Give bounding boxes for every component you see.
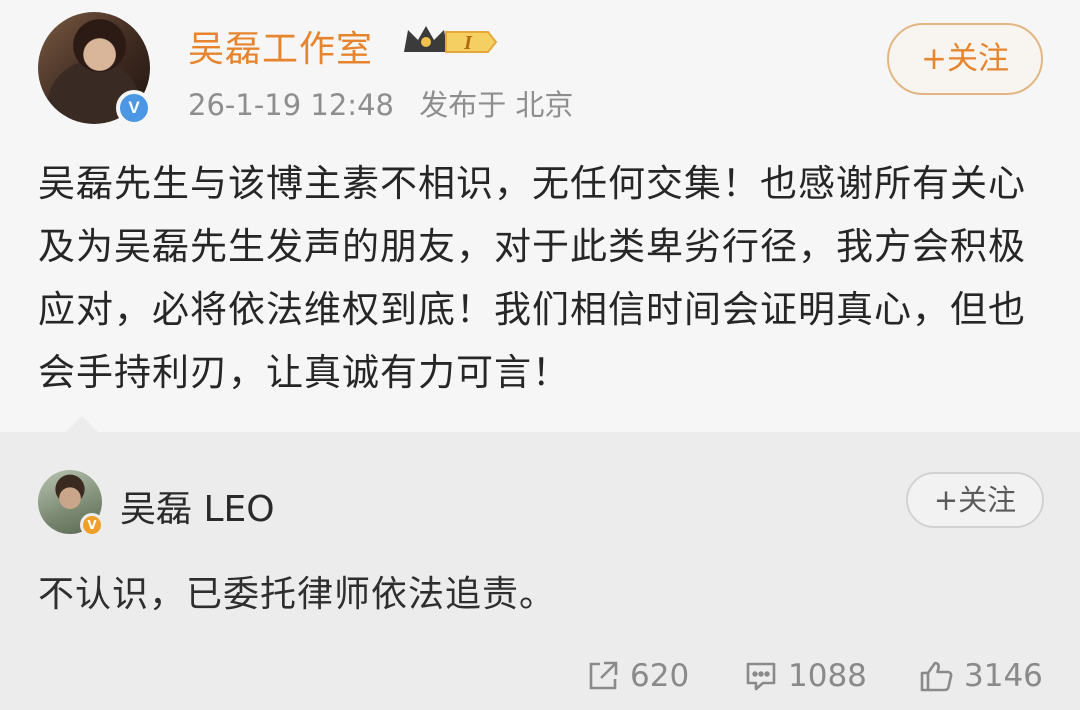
comment-action[interactable]: 1088 [744, 656, 867, 696]
repost-pointer [64, 416, 100, 434]
post-meta: 26-1-19 12:48 发布于 北京 [188, 82, 573, 124]
post-body: 吴磊先生与该博主素不相识，无任何交集！也感谢所有关心及为吴磊先生发声的朋友，对于… [38, 162, 1026, 394]
verified-icon: V [80, 513, 104, 537]
crown-badge-icon[interactable]: I [400, 22, 500, 62]
author-name[interactable]: 吴磊工作室 [188, 20, 373, 72]
share-icon [589, 661, 618, 690]
like-icon [920, 661, 953, 692]
vip-level: I [463, 32, 473, 54]
follow-button[interactable]: +关注 [887, 23, 1043, 95]
verified-icon: V [116, 90, 152, 126]
post-location: 发布于 北京 [419, 88, 574, 122]
repost-count: 620 [630, 658, 690, 694]
share-action[interactable]: 620 [586, 656, 689, 696]
like-count: 3146 [964, 658, 1043, 694]
comment-count: 1088 [788, 658, 867, 694]
original-post: V 吴磊工作室 I 26-1-19 12:48 发布于 北京 +关注 吴磊先生与… [0, 0, 1080, 432]
repost-follow-button[interactable]: +关注 [906, 472, 1044, 528]
repost-body: 不认识，已委托律师依法追责。 [38, 574, 557, 615]
like-action[interactable]: 3146 [918, 656, 1043, 696]
comment-icon [746, 662, 776, 691]
repost-author-name[interactable]: 吴磊 LEO [120, 480, 275, 532]
post-timestamp: 26-1-19 12:48 [188, 88, 394, 122]
